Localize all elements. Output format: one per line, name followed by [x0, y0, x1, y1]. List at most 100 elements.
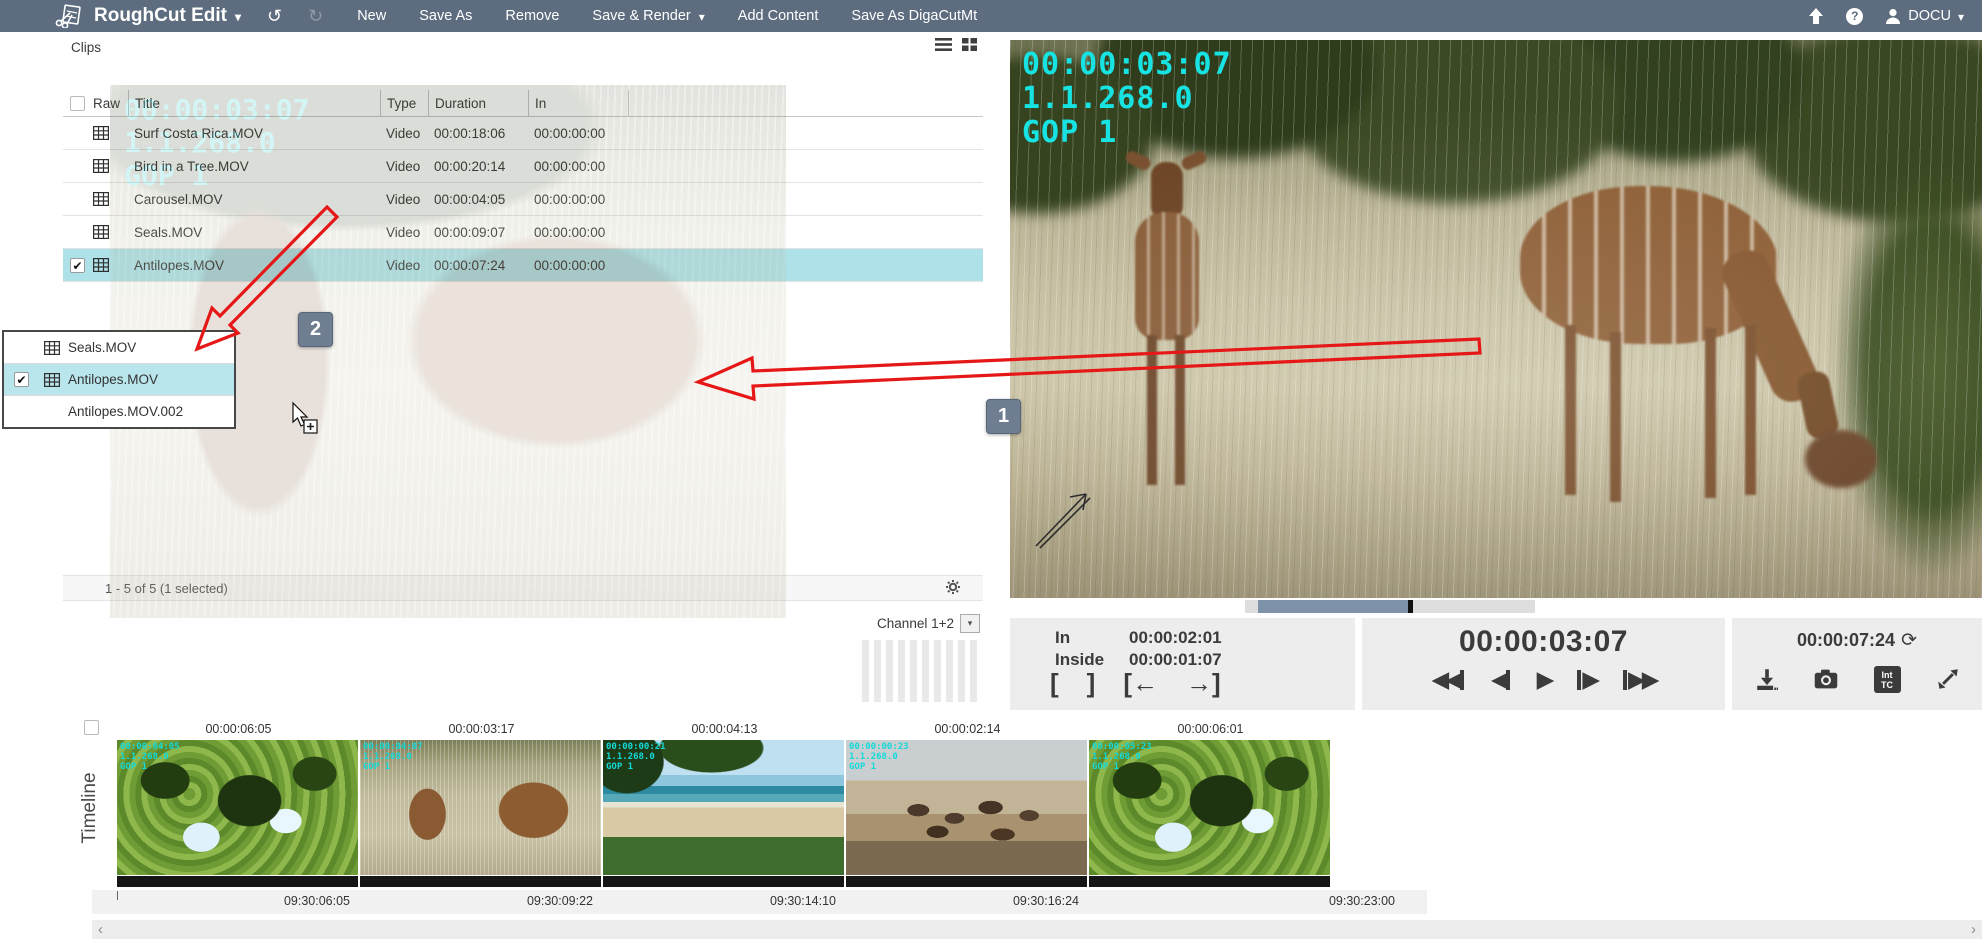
column-type[interactable]: Type	[380, 90, 428, 116]
timeline-checkbox[interactable]	[84, 720, 99, 735]
clip-duration-label: 00:00:03:17	[360, 722, 603, 736]
download-icon[interactable]	[1756, 668, 1778, 690]
timeline-clip-thumbnail[interactable]: 00:00:04:071.1.268.0GOP 1	[360, 740, 601, 875]
clips-panel-title: Clips	[71, 40, 101, 55]
save-as-button[interactable]: Save As	[419, 8, 472, 24]
clip-end-timecode: 09:30:23:00	[1285, 894, 1395, 908]
overlay-gop: GOP 1	[1022, 116, 1232, 150]
dropdown-item-label: Antilopes.MOV	[68, 372, 158, 387]
timeline-clip-thumbnail[interactable]: 00:00:04:051.1.268.0GOP 1	[117, 740, 358, 875]
raw-clip-icon	[93, 126, 109, 140]
in-label: In	[1055, 627, 1129, 649]
add-content-button[interactable]: Add Content	[738, 8, 819, 24]
topbar-right: ? DOCU ▾	[1808, 8, 1964, 25]
in-timecode: 00:00:02:01	[1129, 627, 1222, 649]
clip-type: Video	[380, 216, 428, 248]
dropdown-item-antilopes-002[interactable]: Antilopes.MOV.002	[4, 395, 234, 427]
clip-duration: 00:00:07:24	[428, 249, 528, 281]
help-icon[interactable]: ?	[1846, 8, 1863, 25]
remove-button[interactable]: Remove	[505, 8, 559, 24]
mark-out-button[interactable]: ]	[1087, 668, 1096, 699]
table-row[interactable]: Seals.MOV Video 00:00:09:07 00:00:00:00	[63, 216, 983, 249]
item-checkbox-checked[interactable]: ✔	[14, 372, 29, 387]
column-raw[interactable]: Raw	[93, 90, 128, 116]
table-row[interactable]: Bird in a Tree.MOV Video 00:00:20:14 00:…	[63, 150, 983, 183]
column-title[interactable]: Title	[128, 90, 380, 116]
mark-in-button[interactable]: [	[1050, 668, 1059, 699]
dropdown-item-seals[interactable]: Seals.MOV	[4, 332, 234, 363]
clip-end-timecode: 09:30:16:24	[969, 894, 1079, 908]
upload-icon[interactable]	[1808, 8, 1824, 24]
goto-out-button[interactable]: →]	[1186, 668, 1221, 699]
raw-clip-icon	[44, 373, 60, 387]
scroll-left-icon[interactable]: ‹	[98, 921, 103, 938]
clip-audio-bar	[603, 876, 844, 887]
timeline-clip-thumbnail[interactable]: 00:00:00:231.1.268.0GOP 1	[846, 740, 1087, 875]
select-all-checkbox[interactable]	[70, 96, 85, 111]
playhead-marker[interactable]	[1408, 600, 1413, 613]
clip-end-timecode: 09:30:14:10	[726, 894, 836, 908]
new-button[interactable]: New	[357, 8, 386, 24]
user-menu[interactable]: DOCU ▾	[1885, 8, 1964, 24]
step-forward-button[interactable]: ▶	[1577, 666, 1596, 693]
clip-duration: 00:00:18:06	[428, 117, 528, 149]
save-as-digacutmt-button[interactable]: Save As DigaCutMt	[851, 8, 977, 24]
dropdown-item-antilopes[interactable]: ✔ Antilopes.MOV	[4, 363, 234, 395]
toolbar-menu: New Save As Remove Save & Render ▾ Add C…	[357, 8, 977, 24]
clip-audio-bar	[846, 876, 1087, 887]
goto-end-button[interactable]: ▶▶	[1623, 666, 1655, 693]
redo-button[interactable]: ↻	[308, 6, 323, 27]
raw-clip-icon	[93, 159, 109, 173]
column-duration[interactable]: Duration	[428, 90, 528, 116]
clip-title: Carousel.MOV	[128, 183, 380, 215]
camera-icon[interactable]	[1814, 669, 1838, 689]
chevron-down-icon: ▾	[699, 11, 705, 23]
app-title: RoughCut Edit	[94, 5, 227, 27]
user-name: DOCU	[1908, 8, 1951, 24]
clip-audio-bar	[1089, 876, 1330, 887]
fullscreen-icon[interactable]	[1937, 668, 1959, 690]
timeline-clip-thumbnail[interactable]: 00:00:00:211.1.268.0GOP 1	[603, 740, 844, 875]
clips-pagination-bar: 1 - 5 of 5 (1 selected)	[63, 575, 983, 601]
channel-select[interactable]: ▾	[960, 614, 980, 633]
goto-in-button[interactable]: [←	[1123, 668, 1158, 699]
app-logo-icon	[55, 4, 85, 28]
table-row-selected[interactable]: ✔ Antilopes.MOV Video 00:00:07:24 00:00:…	[63, 249, 983, 282]
player-viewport[interactable]: 00:00:03:07 1.1.268.0 GOP 1	[1010, 40, 1982, 598]
clip-type: Video	[380, 150, 428, 182]
step-back-button[interactable]: ◀	[1491, 666, 1510, 693]
table-row[interactable]: Carousel.MOV Video 00:00:04:05 00:00:00:…	[63, 183, 983, 216]
clip-dropdown-menu: Seals.MOV ✔ Antilopes.MOV Antilopes.MOV.…	[2, 330, 236, 429]
save-render-button[interactable]: Save & Render ▾	[592, 8, 704, 24]
list-view-button[interactable]	[935, 38, 952, 51]
column-in[interactable]: In	[528, 90, 628, 116]
out-tools-panel: 00:00:07:24 ⟳ Int TC	[1732, 618, 1982, 710]
overlay-timecode: 00:00:03:07	[1022, 48, 1232, 82]
goto-start-button[interactable]: ◀◀	[1432, 666, 1464, 693]
undo-button[interactable]: ↺	[267, 6, 282, 27]
play-button[interactable]: ▶	[1537, 666, 1551, 693]
mark-buttons: [ ] [← →]	[1050, 668, 1221, 699]
clip-duration: 00:00:04:05	[428, 183, 528, 215]
dropdown-item-label: Seals.MOV	[68, 340, 136, 355]
timeline-clip-thumbnail[interactable]: 00:00:05:231.1.268.0GOP 1	[1089, 740, 1330, 875]
clips-table-header: Raw Title Type Duration In	[63, 90, 983, 117]
clip-audio-bar	[360, 876, 601, 887]
clip-type: Video	[380, 249, 428, 281]
annotation-badge-2: 2	[298, 312, 333, 347]
table-row[interactable]: Surf Costa Rica.MOV Video 00:00:18:06 00…	[63, 117, 983, 150]
row-checkbox-checked[interactable]: ✔	[70, 258, 85, 273]
transport-controls: ◀◀ ◀ ▶ ▶ ▶▶	[1362, 666, 1725, 693]
audio-level-meters	[862, 640, 977, 702]
scroll-right-icon[interactable]: ›	[1971, 921, 1976, 938]
user-icon	[1885, 8, 1901, 24]
clip-duration: 00:00:09:07	[428, 216, 528, 248]
chevron-down-icon: ▾	[968, 618, 973, 629]
internal-timecode-toggle[interactable]: Int TC	[1874, 666, 1901, 693]
app-title-menu[interactable]: RoughCut Edit ▾	[94, 5, 241, 27]
clip-in: 00:00:00:00	[528, 249, 628, 281]
loop-icon[interactable]: ⟳	[1901, 629, 1917, 652]
timeline-scrollbar[interactable]: ‹ ›	[92, 920, 1982, 939]
grid-view-button[interactable]	[962, 38, 977, 51]
gear-icon[interactable]	[945, 579, 961, 600]
